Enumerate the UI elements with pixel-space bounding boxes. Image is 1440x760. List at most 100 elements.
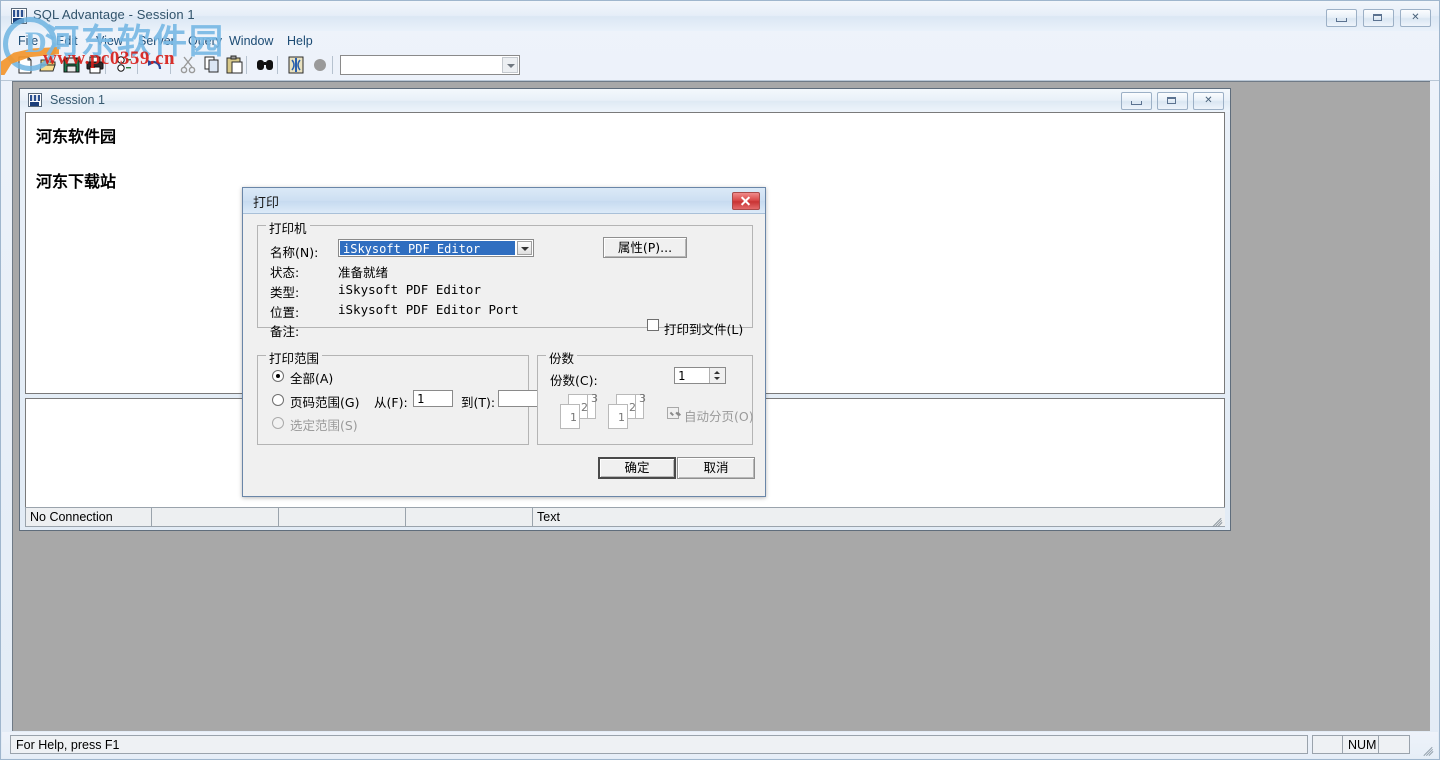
print-dialog-titlebar: 打印	[243, 188, 765, 214]
session-status-bar: No Connection Text	[25, 507, 1225, 528]
copies-count-value: 1	[678, 369, 686, 383]
printer-location-value: iSkysoft PDF Editor Port	[338, 302, 519, 317]
stop-button[interactable]	[309, 54, 333, 78]
range-pages-radio[interactable]	[272, 394, 284, 406]
session-status-mode: Text	[532, 507, 1225, 527]
print-to-file-checkbox[interactable]	[647, 319, 659, 331]
session-status-cell-3	[278, 507, 405, 527]
window-title: SQL Advantage - Session 1	[33, 7, 195, 22]
close-icon[interactable]: ✕	[1400, 9, 1431, 27]
menu-help[interactable]: Help	[284, 33, 316, 49]
window-controls: ✕	[1326, 9, 1431, 27]
print-ok-button[interactable]: 确定	[598, 457, 676, 479]
collate-off-icon: 3 2 1	[560, 392, 602, 429]
minimize-icon[interactable]	[1326, 9, 1357, 27]
range-selection-radio	[272, 417, 284, 429]
copy-button[interactable]	[201, 54, 225, 78]
printer-status-value: 准备就绪	[338, 265, 389, 280]
menu-view[interactable]: View	[93, 33, 126, 49]
print-range-legend: 打印范围	[266, 348, 323, 367]
collate2-page-3: 3	[639, 392, 646, 405]
printer-location-label: 位置:	[270, 305, 300, 320]
find-button[interactable]	[254, 54, 278, 78]
collate-checkbox	[667, 407, 679, 419]
session-title: Session 1	[50, 93, 105, 107]
paste-button[interactable]	[224, 54, 248, 78]
chevron-down-icon[interactable]	[517, 241, 532, 255]
printer-name-combo[interactable]: iSkysoft PDF Editor	[338, 239, 534, 257]
printer-group: 打印机 名称(N): iSkysoft PDF Editor 属性(P)... …	[257, 218, 753, 339]
collate-page-3: 3	[591, 392, 598, 405]
execute-button[interactable]	[285, 54, 309, 78]
range-from-label: 从(F):	[374, 395, 408, 410]
database-combo[interactable]	[340, 55, 520, 75]
open-file-button[interactable]	[38, 54, 62, 78]
collate2-page-2: 2	[629, 401, 636, 414]
collate-page-2: 2	[581, 401, 588, 414]
status-cell-left	[1312, 735, 1343, 754]
chevron-down-icon[interactable]	[502, 57, 518, 73]
session-window-controls: ✕	[1121, 92, 1224, 110]
printer-status-label: 状态:	[270, 265, 300, 280]
collate-label: 自动分页(O)	[684, 409, 754, 424]
session-status-cell-4	[405, 507, 532, 527]
copies-count-label: 份数(C):	[550, 373, 598, 388]
menu-query[interactable]: Query	[185, 33, 225, 49]
save-file-button[interactable]	[61, 54, 85, 78]
printer-type-label: 类型:	[270, 285, 300, 300]
range-to-label: 到(T):	[461, 395, 496, 410]
status-help-text: For Help, press F1	[10, 735, 1308, 754]
application-icon	[11, 8, 27, 24]
menu-window[interactable]: Window	[226, 33, 276, 49]
print-range-group: 打印范围 全部(A) 页码范围(G) 从(F): 1 到(T): 选定范围(S)	[257, 348, 538, 445]
printer-name-value: iSkysoft PDF Editor	[340, 241, 515, 255]
printer-type-value: iSkysoft PDF Editor	[338, 282, 481, 297]
printer-group-legend: 打印机	[266, 218, 310, 237]
query-line-1: 河东软件园	[36, 127, 117, 146]
print-dialog: 打印 打印机 名称(N): iSkysoft PDF Editor 属性(P).…	[242, 187, 766, 497]
window-resize-grip-icon[interactable]	[1422, 742, 1434, 757]
maximize-icon[interactable]	[1363, 9, 1394, 27]
session-icon	[28, 93, 42, 107]
menubar: File Edit View Server Query Window Help	[1, 31, 1439, 51]
connect-button[interactable]	[113, 54, 137, 78]
print-to-file-label: 打印到文件(L)	[664, 322, 744, 337]
session-maximize-icon[interactable]	[1157, 92, 1188, 110]
session-close-icon[interactable]: ✕	[1193, 92, 1224, 110]
printer-properties-button[interactable]: 属性(P)...	[603, 237, 687, 258]
print-dialog-close-icon[interactable]	[732, 192, 760, 210]
range-all-radio[interactable]	[272, 370, 284, 382]
collate-page-1: 1	[570, 411, 577, 424]
menu-edit[interactable]: Edit	[53, 33, 81, 49]
collate-on-icon: 3 2 1	[608, 392, 650, 429]
print-cancel-button[interactable]: 取消	[677, 457, 755, 479]
copies-spinner-arrows-icon[interactable]	[709, 368, 725, 383]
undo-button[interactable]	[145, 54, 169, 78]
new-file-button[interactable]	[14, 54, 38, 78]
session-status-connection: No Connection	[25, 507, 151, 527]
range-selection-label: 选定范围(S)	[290, 418, 358, 433]
copies-legend: 份数	[546, 348, 578, 367]
session-status-cell-2	[151, 507, 278, 527]
status-num-indicator: NUM	[1342, 735, 1379, 754]
window-titlebar: SQL Advantage - Session 1 ✕	[1, 1, 1439, 31]
session-minimize-icon[interactable]	[1121, 92, 1152, 110]
session-resize-grip-icon[interactable]	[1211, 513, 1223, 528]
menu-file[interactable]: File	[15, 33, 41, 49]
range-from-input[interactable]: 1	[413, 390, 453, 407]
status-cell-right	[1378, 735, 1410, 754]
session-titlebar: Session 1 ✕	[20, 89, 1230, 112]
print-dialog-title: 打印	[253, 196, 280, 211]
copies-count-stepper[interactable]: 1	[674, 367, 726, 384]
printer-name-label: 名称(N):	[270, 245, 319, 260]
printer-comment-label: 备注:	[270, 324, 300, 339]
range-pages-label: 页码范围(G)	[290, 395, 360, 410]
toolbar	[1, 51, 1439, 81]
range-all-label: 全部(A)	[290, 371, 334, 386]
range-to-input[interactable]	[498, 390, 538, 407]
copies-group: 份数 份数(C): 1 3 2 1 3 2 1 自动分页(O)	[537, 348, 754, 445]
cut-button[interactable]	[178, 54, 202, 78]
collate2-page-1: 1	[618, 411, 625, 424]
application-window: SQL Advantage - Session 1 ✕ File Edit Vi…	[0, 0, 1440, 760]
menu-server[interactable]: Server	[135, 33, 178, 49]
